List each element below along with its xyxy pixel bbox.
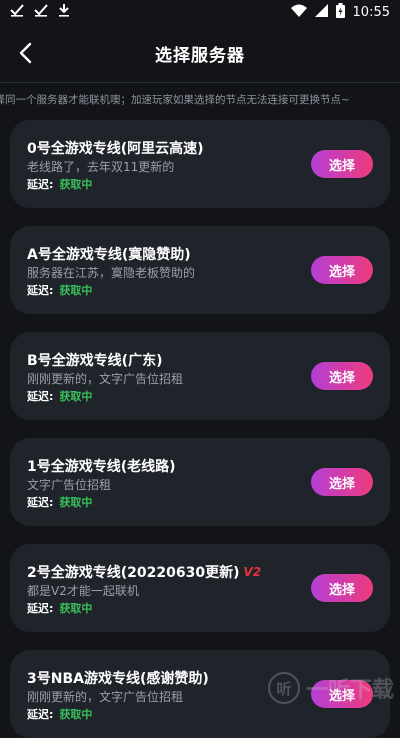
latency-label: 延迟:	[27, 496, 54, 509]
select-server-button[interactable]: 选择	[311, 468, 373, 496]
server-name-text: 2号全游戏专线(20220630更新)	[27, 565, 240, 581]
server-name-text: B号全游戏专线(广东)	[27, 353, 163, 369]
listen-icon: 听	[267, 672, 300, 704]
server-name: 0号全游戏专线(阿里云高速)	[27, 138, 204, 158]
wifi-icon	[290, 4, 307, 21]
nav-bar: 选择服务器	[0, 24, 400, 82]
server-description: 刚刚更新的，文字广告位招租	[27, 372, 184, 386]
v2-badge: V2	[243, 565, 262, 579]
server-latency: 延迟: 获取中	[27, 494, 92, 510]
back-button[interactable]	[10, 36, 40, 70]
select-server-button[interactable]: 选择	[311, 362, 373, 390]
latency-value: 获取中	[59, 602, 93, 615]
server-name: B号全游戏专线(广东)	[27, 350, 162, 370]
status-bar: 10:55	[0, 0, 400, 24]
header-divider	[0, 82, 400, 83]
server-description: 老线路了，去年双11更新的	[27, 160, 175, 174]
server-name: 2号全游戏专线(20220630更新) V2	[27, 562, 261, 582]
server-description: 文字广告位招租	[27, 478, 112, 492]
server-latency: 延迟: 获取中	[27, 706, 92, 722]
status-time: 10:55	[352, 4, 390, 20]
page-title: 选择服务器	[155, 45, 245, 66]
select-server-button[interactable]: 选择	[311, 150, 373, 178]
server-description: 都是V2才能一起联机	[27, 584, 139, 598]
server-card: A号全游戏专线(寞隐赞助) 服务器在江苏，寞隐老板赞助的 延迟: 获取中 选择	[10, 226, 390, 314]
server-description: 刚刚更新的，文字广告位招租	[27, 690, 184, 704]
server-name: 1号全游戏专线(老线路)	[27, 456, 176, 476]
server-name: A号全游戏专线(寞隐赞助)	[27, 244, 191, 264]
latency-value: 获取中	[59, 496, 93, 509]
notice-text: 选择同一个服务器才能联机噢；加速玩家如果选择的节点无法连接可更换节点~	[0, 94, 350, 106]
select-server-button[interactable]: 选择	[311, 574, 373, 602]
latency-label: 延迟:	[27, 708, 54, 721]
server-latency: 延迟: 获取中	[27, 176, 92, 192]
server-name-text: 1号全游戏专线(老线路)	[27, 459, 176, 475]
notice-marquee: 选择同一个服务器才能联机噢；加速玩家如果选择的节点无法连接可更换节点~	[0, 92, 400, 108]
latency-label: 延迟:	[27, 602, 54, 615]
server-name-text: 0号全游戏专线(阿里云高速)	[27, 141, 204, 157]
download-done-icon	[34, 3, 48, 21]
chevron-left-icon	[19, 42, 32, 64]
download-icon	[58, 3, 70, 21]
select-server-button[interactable]: 选择	[311, 256, 373, 284]
battery-icon	[335, 2, 345, 22]
server-name: 3号NBA游戏专线(感谢赞助)	[27, 668, 209, 688]
latency-label: 延迟:	[27, 390, 54, 403]
latency-value: 获取中	[59, 284, 93, 297]
latency-value: 获取中	[59, 708, 93, 721]
server-name-text: A号全游戏专线(寞隐赞助)	[27, 247, 191, 263]
server-card: 2号全游戏专线(20220630更新) V2 都是V2才能一起联机 延迟: 获取中 选择	[10, 544, 390, 632]
cellular-signal-icon	[314, 3, 328, 21]
server-latency: 延迟: 获取中	[27, 600, 92, 616]
server-latency: 延迟: 获取中	[27, 388, 92, 404]
download-done-icon	[10, 3, 24, 21]
latency-label: 延迟:	[27, 284, 54, 297]
watermark: 听 一听下载	[267, 672, 394, 704]
server-name-text: 3号NBA游戏专线(感谢赞助)	[27, 671, 209, 687]
server-card: B号全游戏专线(广东) 刚刚更新的，文字广告位招租 延迟: 获取中 选择	[10, 332, 390, 420]
watermark-text: 一听下载	[305, 678, 394, 703]
server-description: 服务器在江苏，寞隐老板赞助的	[27, 266, 196, 280]
latency-label: 延迟:	[27, 178, 54, 191]
server-card: 1号全游戏专线(老线路) 文字广告位招租 延迟: 获取中 选择	[10, 438, 390, 526]
server-latency: 延迟: 获取中	[27, 282, 92, 298]
latency-value: 获取中	[59, 390, 93, 403]
latency-value: 获取中	[59, 178, 93, 191]
server-card: 0号全游戏专线(阿里云高速) 老线路了，去年双11更新的 延迟: 获取中 选择	[10, 120, 390, 208]
